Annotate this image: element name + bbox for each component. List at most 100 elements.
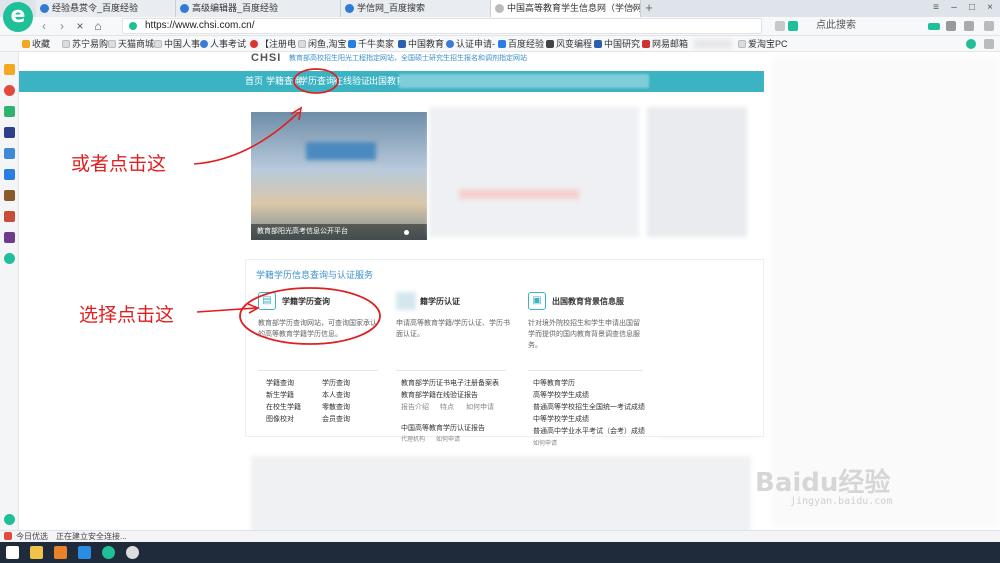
bookmark-item[interactable]: 百度经验: [498, 36, 544, 52]
tab-favicon-icon: [180, 4, 189, 13]
mail-icon[interactable]: [4, 106, 15, 117]
bookmark-item[interactable]: 闲鱼,淘宝: [298, 36, 347, 52]
app-icon[interactable]: [78, 546, 91, 559]
link[interactable]: 报告介绍: [401, 402, 429, 412]
chat-icon[interactable]: [4, 169, 15, 180]
hero-caption: 教育部阳光高考信息公开平台: [251, 224, 427, 240]
link[interactable]: 代理机构: [401, 434, 425, 443]
status-left[interactable]: 今日优选: [16, 531, 48, 542]
close-window-icon[interactable]: ×: [982, 0, 998, 17]
bookmarks-menu-icon[interactable]: [984, 39, 994, 49]
page-icon: [298, 40, 306, 48]
link[interactable]: 普通高等学校招生全国统一考试成绩: [533, 402, 645, 412]
link[interactable]: 特点: [440, 402, 454, 412]
bookmark-item[interactable]: 【注册电: [250, 36, 296, 52]
undo-icon[interactable]: [964, 21, 974, 31]
search-app-icon[interactable]: [54, 546, 67, 559]
bookmark-item[interactable]: 中国研究: [594, 36, 640, 52]
link[interactable]: 教育部学籍在线验证报告: [401, 390, 478, 400]
url-field[interactable]: https://www.chsi.com.cn/: [122, 18, 762, 34]
bookmark-item[interactable]: 认证申请-: [446, 36, 495, 52]
link[interactable]: 本人查询: [322, 390, 350, 400]
tab-1[interactable]: 经验悬赏令_百度经验: [36, 0, 176, 17]
carousel-dot[interactable]: [404, 230, 409, 235]
annotation-arrow: [196, 303, 260, 314]
forward-icon[interactable]: ›: [54, 18, 70, 34]
link[interactable]: 普通高中学业水平考试（会考）成绩: [533, 426, 645, 436]
tab-3[interactable]: 学信网_百度搜索: [341, 0, 491, 17]
bookmark-item[interactable]: 千牛卖家: [348, 36, 394, 52]
link[interactable]: 学历查询: [322, 378, 350, 388]
today-icon[interactable]: [4, 532, 12, 540]
share-icon[interactable]: [775, 21, 785, 31]
link[interactable]: 零散查询: [322, 402, 350, 412]
notes-icon[interactable]: [4, 148, 15, 159]
tab-active[interactable]: 中国高等教育学生信息网（学信网 ×: [491, 0, 641, 17]
link[interactable]: 如何申请: [466, 402, 494, 412]
stop-icon[interactable]: ×: [72, 18, 88, 34]
site-logo[interactable]: CHSI: [251, 52, 281, 64]
game-icon[interactable]: [4, 232, 15, 243]
game-icon[interactable]: [4, 190, 15, 201]
link[interactable]: 教育部学历证书电子注册备案表: [401, 378, 499, 388]
tab-close-icon[interactable]: ×: [630, 0, 636, 17]
menu-icon[interactable]: [984, 21, 994, 31]
watermark-url: jingyan.baidu.com: [790, 496, 893, 507]
link[interactable]: 中等教育学历: [533, 378, 575, 388]
extension-icon[interactable]: [966, 39, 976, 49]
bookmark-item[interactable]: 风变编程: [546, 36, 592, 52]
link[interactable]: 会员查询: [322, 414, 350, 424]
bookmark-item[interactable]: 收藏: [22, 36, 50, 52]
bookmark-item[interactable]: 苏宁易购: [62, 36, 108, 52]
bookmark-icon: [348, 40, 356, 48]
back-icon[interactable]: ‹: [36, 18, 52, 34]
browser-logo-icon[interactable]: e: [3, 2, 33, 32]
game-icon[interactable]: [4, 211, 15, 222]
weibo-icon[interactable]: [4, 85, 15, 96]
column-desc: 针对境外院校招生和学生申请出国留学而提供的国内教育背景调查信息服务。: [528, 320, 640, 349]
bookmark-item[interactable]: 人事考试: [200, 36, 246, 52]
page-icon: [108, 40, 116, 48]
app-icon[interactable]: [126, 546, 139, 559]
new-tab-button[interactable]: +: [642, 0, 656, 17]
link[interactable]: 如何申请: [436, 434, 460, 443]
favorites-icon[interactable]: [4, 64, 15, 75]
secure-lock-icon: [129, 22, 137, 30]
bookmark-icon: [546, 40, 554, 48]
minimize-icon[interactable]: –: [946, 0, 962, 17]
file-explorer-icon[interactable]: [30, 546, 43, 559]
divider: [396, 370, 506, 371]
app-icon[interactable]: [4, 127, 15, 138]
nav-home[interactable]: 首页: [245, 71, 263, 92]
app-icon[interactable]: [4, 253, 15, 264]
start-icon[interactable]: [6, 546, 19, 559]
annotation-text: 选择点击这: [79, 304, 175, 326]
bookmark-item[interactable]: 天猫商城: [108, 36, 154, 52]
bookmark-item[interactable]: 中国教育: [398, 36, 444, 52]
bookmark-item[interactable]: 网易邮箱: [642, 36, 688, 52]
skin-icon[interactable]: ≡: [928, 0, 944, 17]
site-subtitle: 教育部高校招生阳光工程指定网站，全国硕士研究生招生报名和调剂指定网站: [289, 55, 527, 62]
maximize-icon[interactable]: □: [964, 0, 980, 17]
link[interactable]: 中国高等教育学历认证报告: [401, 423, 485, 433]
headphones-icon[interactable]: [946, 21, 956, 31]
section-title: 学籍学历信息查询与认证服务: [256, 270, 374, 280]
link[interactable]: 图像校对: [266, 414, 294, 424]
settings-icon[interactable]: [4, 514, 15, 525]
search-input[interactable]: 点此搜索: [812, 18, 922, 34]
home-icon[interactable]: ⌂: [90, 18, 106, 34]
column-title[interactable]: 出国教育背景信息服: [552, 296, 624, 307]
tab-2[interactable]: 高级编辑器_百度经验: [176, 0, 341, 17]
lightning-icon[interactable]: [788, 21, 798, 31]
column-title[interactable]: 籍学历认证: [420, 296, 460, 307]
link[interactable]: 中等学校学生成绩: [533, 414, 589, 424]
link[interactable]: 如何申请: [533, 438, 557, 447]
blurred-right-margin: [771, 57, 1000, 527]
bookmark-item[interactable]: 中国人事: [154, 36, 200, 52]
link[interactable]: 高等学校学生成绩: [533, 390, 589, 400]
link[interactable]: 新生学籍: [266, 390, 294, 400]
bookmark-item[interactable]: 爱淘宝PC: [738, 36, 788, 52]
link[interactable]: 在校生学籍: [266, 402, 301, 412]
browser-taskbar-icon[interactable]: [102, 546, 115, 559]
link[interactable]: 学籍查询: [266, 378, 294, 388]
